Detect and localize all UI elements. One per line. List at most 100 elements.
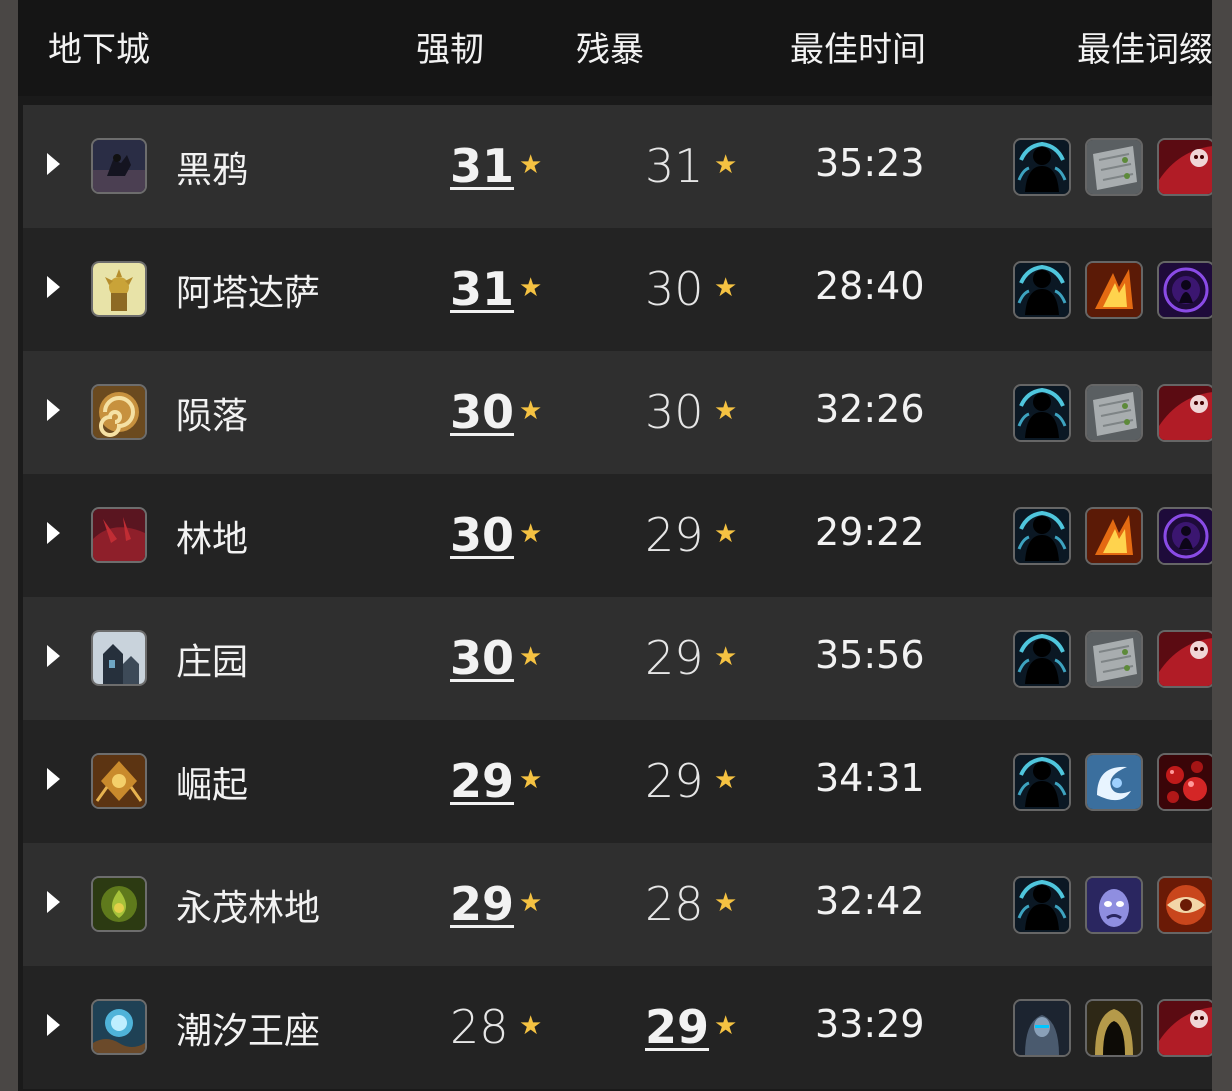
tyrannical-level: 28 <box>645 877 704 931</box>
best-time: 29:22 <box>815 510 925 554</box>
star-icon: ★ <box>714 642 738 672</box>
dungeon-table-body: 黑鸦 31 ★ 31 ★ 35:23 阿塔达萨 31 ★ 30 ★ 28:40 陨落 30 ★ 30 ★ 32:2… <box>23 105 1212 1089</box>
waycrest-manor-icon <box>91 630 147 686</box>
red-eye-icon[interactable] <box>1157 876 1212 934</box>
star-icon: ★ <box>714 1011 738 1041</box>
shadow-figure-icon[interactable] <box>1013 507 1071 565</box>
header-fortified[interactable]: 强韧 <box>416 22 484 71</box>
header-best-affix[interactable]: 最佳词缀 <box>1077 22 1212 71</box>
star-icon: ★ <box>519 519 543 549</box>
dungeon-name[interactable]: 永茂林地 <box>176 879 320 931</box>
dungeon-name[interactable]: 阿塔达萨 <box>176 264 320 316</box>
fortified-level[interactable]: 29 <box>450 877 514 931</box>
red-skull-icon[interactable] <box>1157 630 1212 688</box>
fortified-level[interactable]: 30 <box>450 385 514 439</box>
expand-arrow-icon[interactable] <box>47 276 60 298</box>
header-tyrannical[interactable]: 残暴 <box>576 22 644 71</box>
red-skull-icon[interactable] <box>1157 138 1212 196</box>
everbloom-icon <box>91 876 147 932</box>
fortified-level[interactable]: 30 <box>450 508 514 562</box>
hooded-warrior-icon[interactable] <box>1013 999 1071 1057</box>
best-time: 32:26 <box>815 387 925 431</box>
shadow-figure-icon[interactable] <box>1013 261 1071 319</box>
expand-arrow-icon[interactable] <box>47 891 60 913</box>
dungeon-name[interactable]: 潮汐王座 <box>176 1002 320 1054</box>
stone-tablet-icon[interactable] <box>1085 384 1143 442</box>
dungeon-name[interactable]: 黑鸦 <box>176 141 248 193</box>
star-icon: ★ <box>714 519 738 549</box>
tyrannical-level[interactable]: 29 <box>645 1000 709 1054</box>
tyrannical-level: 30 <box>645 385 704 439</box>
fortified-level: 28 <box>450 1000 509 1054</box>
dungeon-name[interactable]: 庄园 <box>176 633 248 685</box>
expand-arrow-icon[interactable] <box>47 1014 60 1036</box>
star-icon: ★ <box>519 888 543 918</box>
table-row[interactable]: 阿塔达萨 31 ★ 30 ★ 28:40 <box>23 228 1212 351</box>
best-time: 33:29 <box>815 1002 925 1046</box>
expand-arrow-icon[interactable] <box>47 153 60 175</box>
header-dungeon[interactable]: 地下城 <box>48 22 150 71</box>
tyrannical-level: 29 <box>645 754 704 808</box>
table-row[interactable]: 林地 30 ★ 29 ★ 29:22 <box>23 474 1212 597</box>
header-best-time[interactable]: 最佳时间 <box>790 22 926 71</box>
purple-rune-icon[interactable] <box>1157 261 1212 319</box>
ice-swirl-icon[interactable] <box>1085 753 1143 811</box>
fire-burst-icon[interactable] <box>1085 507 1143 565</box>
table-row[interactable]: 潮汐王座 28 ★ 29 ★ 33:29 <box>23 966 1212 1089</box>
shadow-figure-icon[interactable] <box>1013 753 1071 811</box>
tyrannical-level: 29 <box>645 631 704 685</box>
swirl-vortex-icon <box>91 384 147 440</box>
shadow-figure-icon[interactable] <box>1013 138 1071 196</box>
table-row[interactable]: 庄园 30 ★ 29 ★ 35:56 <box>23 597 1212 720</box>
expand-arrow-icon[interactable] <box>47 645 60 667</box>
best-time: 28:40 <box>815 264 925 308</box>
atal-dazar-icon <box>91 261 147 317</box>
expand-arrow-icon[interactable] <box>47 399 60 421</box>
fortified-level[interactable]: 31 <box>450 262 514 316</box>
fortified-level[interactable]: 29 <box>450 754 514 808</box>
golden-rise-icon <box>91 753 147 809</box>
dungeon-table-panel: 地下城 强韧 残暴 最佳时间 最佳词缀 黑鸦 31 ★ 31 ★ 35:23 阿塔达萨 31 ★… <box>18 0 1212 1091</box>
star-icon: ★ <box>519 642 543 672</box>
black-rook-hold-icon <box>91 138 147 194</box>
star-icon: ★ <box>519 396 543 426</box>
table-row[interactable]: 永茂林地 29 ★ 28 ★ 32:42 <box>23 843 1212 966</box>
stone-tablet-icon[interactable] <box>1085 138 1143 196</box>
star-icon: ★ <box>714 150 738 180</box>
table-row[interactable]: 黑鸦 31 ★ 31 ★ 35:23 <box>23 105 1212 228</box>
blue-face-icon[interactable] <box>1085 876 1143 934</box>
fortified-level[interactable]: 31 <box>450 139 514 193</box>
red-skull-icon[interactable] <box>1157 999 1212 1057</box>
dungeon-name[interactable]: 崛起 <box>176 756 248 808</box>
dark-hood-icon[interactable] <box>1085 999 1143 1057</box>
star-icon: ★ <box>519 765 543 795</box>
red-bubbles-icon[interactable] <box>1157 753 1212 811</box>
shadow-figure-icon[interactable] <box>1013 630 1071 688</box>
table-row[interactable]: 崛起 29 ★ 29 ★ 34:31 <box>23 720 1212 843</box>
shadow-figure-icon[interactable] <box>1013 384 1071 442</box>
star-icon: ★ <box>714 396 738 426</box>
red-skull-icon[interactable] <box>1157 384 1212 442</box>
fire-burst-icon[interactable] <box>1085 261 1143 319</box>
table-row[interactable]: 陨落 30 ★ 30 ★ 32:26 <box>23 351 1212 474</box>
star-icon: ★ <box>519 150 543 180</box>
expand-arrow-icon[interactable] <box>47 522 60 544</box>
star-icon: ★ <box>714 273 738 303</box>
expand-arrow-icon[interactable] <box>47 768 60 790</box>
fortified-level[interactable]: 30 <box>450 631 514 685</box>
best-time: 32:42 <box>815 879 925 923</box>
star-icon: ★ <box>519 273 543 303</box>
best-time: 35:56 <box>815 633 925 677</box>
dungeon-name[interactable]: 陨落 <box>176 387 248 439</box>
star-icon: ★ <box>714 888 738 918</box>
dungeon-name[interactable]: 林地 <box>176 510 248 562</box>
purple-rune-icon[interactable] <box>1157 507 1212 565</box>
star-icon: ★ <box>714 765 738 795</box>
best-time: 34:31 <box>815 756 925 800</box>
shadow-figure-icon[interactable] <box>1013 876 1071 934</box>
star-icon: ★ <box>519 1011 543 1041</box>
scrollbar-track[interactable] <box>1212 0 1232 1091</box>
stone-tablet-icon[interactable] <box>1085 630 1143 688</box>
darkheart-thicket-icon <box>91 507 147 563</box>
throne-of-tides-icon <box>91 999 147 1055</box>
